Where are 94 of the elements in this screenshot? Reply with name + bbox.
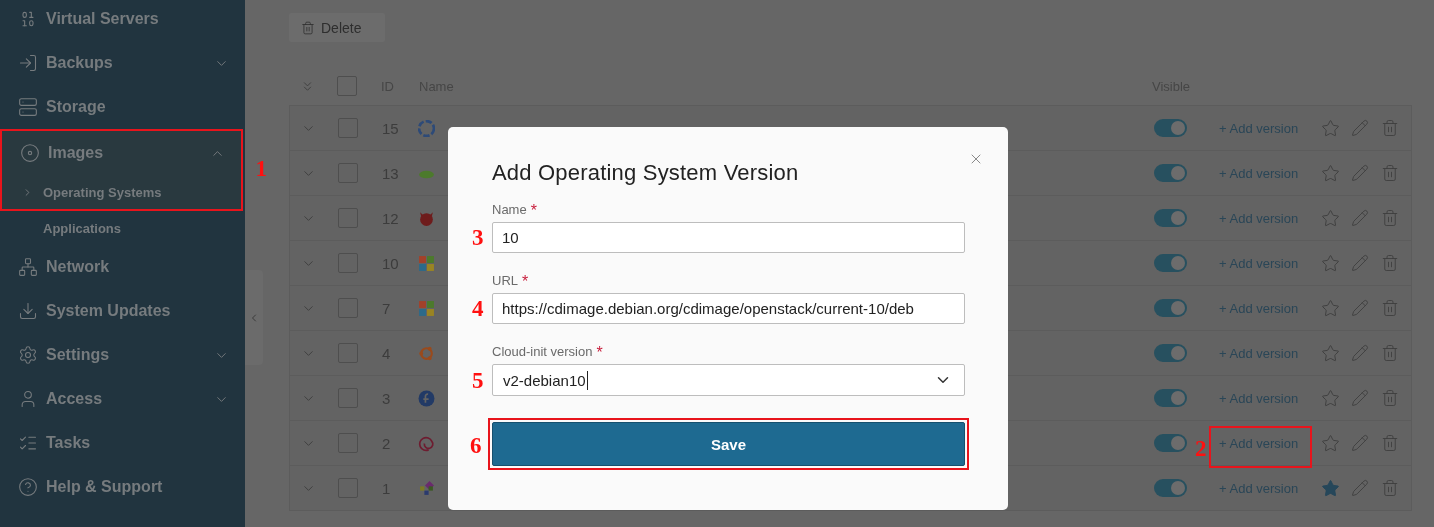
input-field[interactable]: 10 <box>492 222 965 253</box>
add-version-link[interactable]: + Add version <box>1219 120 1299 136</box>
logo-icon <box>418 389 435 407</box>
star-icon[interactable] <box>1320 343 1340 363</box>
trash-icon[interactable] <box>1381 119 1399 137</box>
download-icon <box>18 301 38 321</box>
trash-icon[interactable] <box>1381 479 1399 497</box>
pencil-icon[interactable] <box>1351 299 1369 317</box>
server-icon <box>18 97 38 117</box>
nav-item[interactable]: Network <box>46 258 229 276</box>
callout-number: 6 <box>470 434 482 457</box>
nav-item[interactable]: System Updates <box>46 302 229 320</box>
trash-icon[interactable] <box>1381 389 1399 407</box>
pencil-icon[interactable] <box>1351 164 1369 182</box>
trash-icon[interactable] <box>1381 434 1399 452</box>
pencil-icon[interactable] <box>1351 344 1369 362</box>
visible-toggle[interactable] <box>1154 254 1187 272</box>
delete-button[interactable]: Delete <box>289 13 385 42</box>
star-icon[interactable] <box>1320 208 1340 228</box>
collapse-handle[interactable] <box>245 270 263 365</box>
callout-number: 2 <box>1195 436 1207 460</box>
star-icon[interactable] <box>1320 388 1340 408</box>
visible-toggle[interactable] <box>1154 209 1187 227</box>
text-cursor <box>586 370 588 390</box>
logo-icon <box>418 479 435 497</box>
visible-toggle[interactable] <box>1154 389 1187 407</box>
star-icon[interactable] <box>1320 478 1340 498</box>
disc-icon <box>20 143 40 163</box>
nav-item[interactable]: Backups <box>46 54 206 72</box>
required-mark: * <box>530 202 537 221</box>
visible-toggle[interactable] <box>1154 119 1187 137</box>
field-label: URL <box>492 273 518 288</box>
nav-item[interactable]: Virtual Servers <box>46 10 229 28</box>
trash-icon[interactable] <box>1381 344 1399 362</box>
pencil-icon[interactable] <box>1351 119 1369 137</box>
pencil-icon[interactable] <box>1351 479 1369 497</box>
callout-number: 5 <box>472 369 484 392</box>
trash-icon <box>301 20 315 35</box>
dialog-title: Add Operating System Version <box>492 160 800 186</box>
logo-icon <box>418 434 435 452</box>
nav-subitem[interactable]: Operating Systems <box>43 184 162 200</box>
add-version-link[interactable]: + Add version <box>1219 165 1299 181</box>
visible-toggle[interactable] <box>1154 434 1187 452</box>
nav-item[interactable]: Access <box>46 390 206 408</box>
logo-icon <box>418 299 435 317</box>
select-field[interactable]: v2-debian10 <box>492 364 965 396</box>
pencil-icon[interactable] <box>1351 209 1369 227</box>
network-icon <box>18 257 38 277</box>
visible-toggle[interactable] <box>1154 479 1187 497</box>
star-icon[interactable] <box>1320 298 1340 318</box>
nav-item[interactable]: Settings <box>46 346 206 364</box>
pencil-icon[interactable] <box>1351 434 1369 452</box>
callout-number: 4 <box>472 297 484 320</box>
add-version-link[interactable]: + Add version <box>1219 480 1299 496</box>
add-version-link[interactable]: + Add version <box>1219 300 1299 316</box>
checkbox[interactable] <box>337 76 357 96</box>
trash-icon[interactable] <box>1381 164 1399 182</box>
nav-item[interactable]: Images <box>48 144 202 162</box>
callout-number: 1 <box>255 157 267 180</box>
visible-toggle[interactable] <box>1154 299 1187 317</box>
add-version-link[interactable]: + Add version <box>1219 390 1299 406</box>
trash-icon[interactable] <box>1381 209 1399 227</box>
nav-item[interactable]: Tasks <box>46 434 229 452</box>
star-icon[interactable] <box>1320 433 1340 453</box>
input-field[interactable]: https://cdimage.debian.org/cdimage/openstack/current-10/deb <box>492 293 965 324</box>
required-mark: * <box>596 344 603 363</box>
add-version-link[interactable]: + Add version <box>1219 345 1299 361</box>
add-version-link[interactable]: + Add version <box>1219 210 1299 226</box>
help-icon <box>18 477 38 497</box>
logo-icon <box>418 209 435 227</box>
add-version-link[interactable]: + Add version <box>1219 435 1299 451</box>
visible-toggle[interactable] <box>1154 164 1187 182</box>
trash-icon[interactable] <box>1381 254 1399 272</box>
logo-icon <box>418 119 435 137</box>
required-mark: * <box>522 273 529 292</box>
logo-icon <box>418 344 435 362</box>
nav-subitem[interactable]: Applications <box>43 220 121 236</box>
field-label: Name <box>492 202 527 217</box>
star-icon[interactable] <box>1320 118 1340 138</box>
field-label: Cloud-init version <box>492 344 593 359</box>
star-icon[interactable] <box>1320 253 1340 273</box>
nav-item[interactable]: Storage <box>46 98 229 116</box>
pencil-icon[interactable] <box>1351 389 1369 407</box>
nav-item[interactable]: Help & Support <box>46 478 229 496</box>
save-button[interactable]: Save <box>492 422 965 466</box>
arrow-box-icon <box>18 53 38 73</box>
settings-icon <box>18 345 38 365</box>
visible-toggle[interactable] <box>1154 344 1187 362</box>
star-icon[interactable] <box>1320 163 1340 183</box>
trash-icon[interactable] <box>1381 299 1399 317</box>
callout-number: 3 <box>472 226 484 249</box>
add-version-link[interactable]: + Add version <box>1219 255 1299 271</box>
pencil-icon[interactable] <box>1351 254 1369 272</box>
logo-icon <box>418 254 435 272</box>
